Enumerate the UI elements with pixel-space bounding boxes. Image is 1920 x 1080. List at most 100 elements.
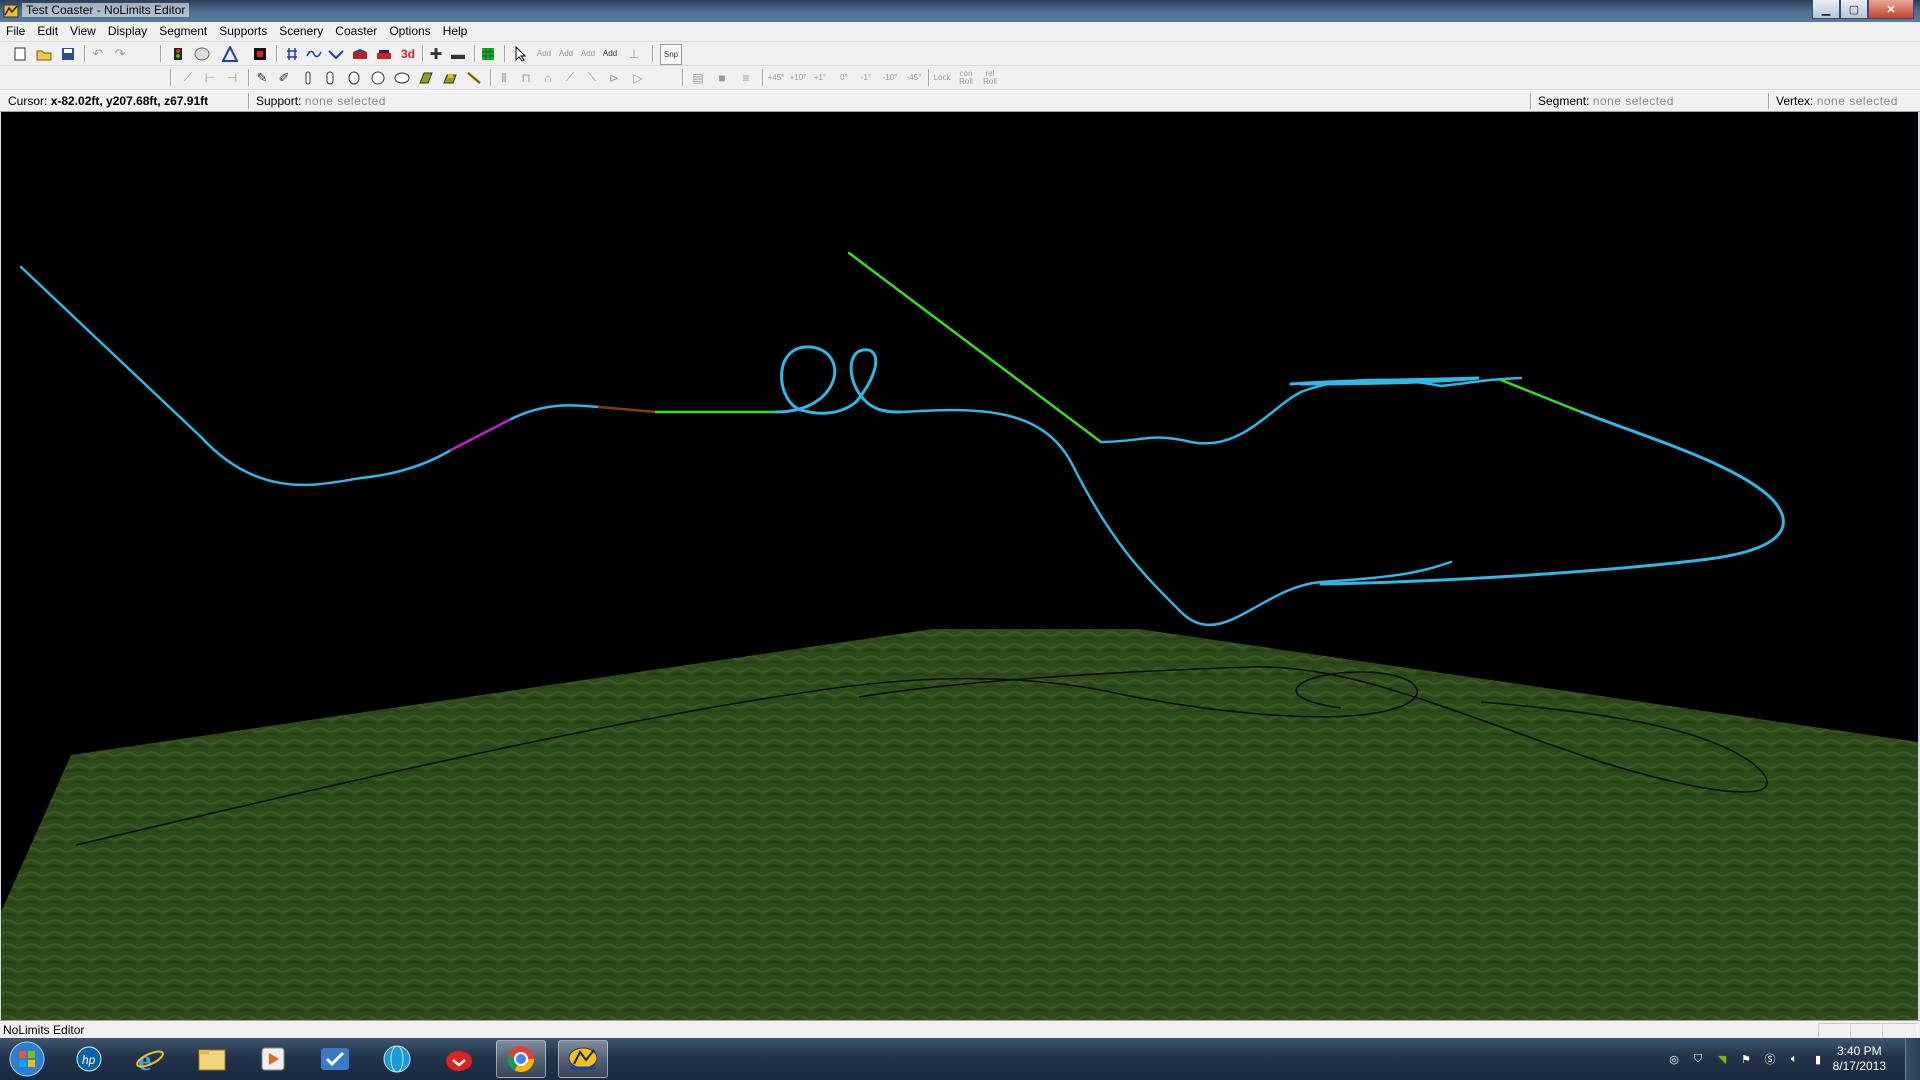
redo-icon[interactable]: ↷	[110, 44, 130, 63]
skype-icon[interactable]: Ⓢ	[1762, 1051, 1778, 1067]
pillar-icon[interactable]: Ⅱ	[494, 68, 514, 87]
roll-minus1-button[interactable]: -1°	[856, 68, 876, 87]
save-icon[interactable]	[58, 44, 78, 63]
add-segment-after-button[interactable]: Add	[556, 44, 576, 63]
arch-icon[interactable]: ∩	[538, 68, 558, 87]
nvidia-icon[interactable]: ◥	[1714, 1051, 1730, 1067]
system-clock[interactable]: 3:40 PM 8/17/2013	[1833, 1044, 1886, 1074]
frame-icon[interactable]: ⊓	[516, 68, 536, 87]
maximize-icon[interactable]: ▢	[1840, 0, 1868, 19]
block-grey-icon[interactable]: ■	[712, 68, 732, 87]
segment-value: none selected	[1592, 94, 1674, 108]
minus-icon[interactable]: ▬	[448, 44, 468, 63]
roll-minus10-button[interactable]: -10°	[880, 68, 900, 87]
terrain-grid-icon[interactable]	[478, 44, 498, 63]
lock-button[interactable]: Lock	[932, 68, 952, 87]
menu-view[interactable]: View	[64, 22, 102, 41]
snap-toggle-button[interactable]: Snp	[660, 44, 682, 65]
file-explorer-icon[interactable]	[187, 1040, 237, 1078]
grid-icon[interactable]	[282, 44, 302, 63]
flag-icon[interactable]: ▷	[628, 68, 648, 87]
supports-tool-icon[interactable]	[220, 44, 240, 63]
3d-viewport[interactable]	[1, 112, 1918, 1020]
rail-icon[interactable]: ⟋	[178, 68, 198, 87]
viewport-scene[interactable]	[1, 112, 1918, 1020]
tray-app-icon[interactable]: ◎	[1666, 1051, 1682, 1067]
roll-zero-button[interactable]: 0°	[834, 68, 854, 87]
start-orb-icon[interactable]	[2, 1040, 52, 1078]
wide-drum-icon[interactable]	[392, 68, 412, 87]
globe-app-icon[interactable]	[372, 1040, 422, 1078]
menu-help[interactable]: Help	[437, 22, 474, 41]
open-folder-icon[interactable]	[34, 44, 54, 63]
menu-coaster[interactable]: Coaster	[329, 22, 383, 41]
menu-scenery[interactable]: Scenery	[273, 22, 329, 41]
add-segment-before-button[interactable]: Add	[534, 44, 554, 63]
join-icon[interactable]: ⊣	[222, 68, 242, 87]
new-file-icon[interactable]	[10, 44, 30, 63]
tray-shield-icon[interactable]: ⛉	[1690, 1051, 1706, 1067]
slant-left-icon[interactable]: ⟋	[560, 68, 580, 87]
roll-plus1-button[interactable]: +1°	[810, 68, 830, 87]
red-app-icon[interactable]	[434, 1040, 484, 1078]
align-icon[interactable]: ≡	[736, 68, 756, 87]
chrome-icon[interactable]	[496, 1040, 546, 1078]
wall-icon[interactable]	[350, 44, 370, 63]
media-player-icon[interactable]	[248, 1040, 298, 1078]
title-bar: Test Coaster - NoLimits Editor ▁ ▢ ✕	[0, 0, 1920, 22]
test-coaster-icon[interactable]	[168, 44, 188, 63]
network-signal-icon[interactable]: ▮	[1810, 1051, 1826, 1067]
brace-icon[interactable]: ⊳	[604, 68, 624, 87]
add-support-button[interactable]: Add	[600, 44, 620, 63]
footer-icon[interactable]: ⊥	[624, 44, 644, 63]
split-icon[interactable]: ⊢	[200, 68, 220, 87]
undo-icon[interactable]: ↶	[88, 44, 108, 63]
menu-supports[interactable]: Supports	[213, 22, 273, 41]
roll-minus45-button[interactable]: -45°	[904, 68, 924, 87]
minimize-icon[interactable]: ▁	[1812, 0, 1840, 19]
track-selected-segment	[449, 417, 513, 452]
pencil-icon[interactable]: ✎	[252, 68, 272, 87]
drum-icon[interactable]	[368, 68, 388, 87]
menu-segment[interactable]: Segment	[153, 22, 213, 41]
coaster-track[interactable]	[19, 251, 1785, 627]
roll-plus45-button[interactable]: +45°	[766, 68, 786, 87]
slant-right-icon[interactable]: ⟍	[582, 68, 602, 87]
curve-icon[interactable]	[304, 44, 324, 63]
globe-view-icon[interactable]	[192, 44, 212, 63]
dip-icon[interactable]	[326, 44, 346, 63]
hp-icon[interactable]: hp	[64, 1040, 114, 1078]
pointer-select-icon[interactable]	[510, 44, 530, 63]
internet-explorer-icon[interactable]: e	[125, 1040, 175, 1078]
track-top-turn	[1289, 376, 1480, 386]
con-roll-button[interactable]: con Roll	[956, 68, 976, 87]
view-3d-button[interactable]: 3d	[398, 44, 418, 63]
volume-icon[interactable]: 🔈︎	[1786, 1051, 1802, 1067]
move-cross-icon[interactable]: ✚	[426, 44, 446, 63]
menu-display[interactable]: Display	[102, 22, 153, 41]
show-desktop-button[interactable]	[1905, 1038, 1920, 1080]
support-value: none selected	[304, 94, 386, 108]
cylinder-icon[interactable]	[320, 68, 340, 87]
record-icon[interactable]	[250, 44, 270, 63]
app-status-bar: NoLimits Editor	[0, 1020, 1920, 1039]
nolimits-icon[interactable]	[558, 1040, 608, 1078]
menu-file[interactable]: File	[0, 22, 31, 41]
cylinder-thin-icon[interactable]	[298, 68, 318, 87]
menu-options[interactable]: Options	[383, 22, 436, 41]
track-brake-segment	[597, 405, 658, 414]
action-center-flag-icon[interactable]: ⚑	[1738, 1051, 1754, 1067]
barrel-icon[interactable]	[344, 68, 364, 87]
plank-icon[interactable]	[416, 68, 436, 87]
close-icon[interactable]: ✕	[1868, 0, 1914, 19]
double-pencil-icon[interactable]: ✐	[274, 68, 294, 87]
block-icon[interactable]	[440, 68, 460, 87]
menu-edit[interactable]: Edit	[31, 22, 64, 41]
rel-roll-button[interactable]: rel Roll	[980, 68, 1000, 87]
station-icon[interactable]	[374, 44, 394, 63]
add-vertex-button[interactable]: Add	[578, 44, 598, 63]
checkmark-app-icon[interactable]	[310, 1040, 360, 1078]
table-icon[interactable]: ▤	[688, 68, 708, 87]
roll-plus10-button[interactable]: +10°	[788, 68, 808, 87]
pole-icon[interactable]	[464, 68, 484, 87]
